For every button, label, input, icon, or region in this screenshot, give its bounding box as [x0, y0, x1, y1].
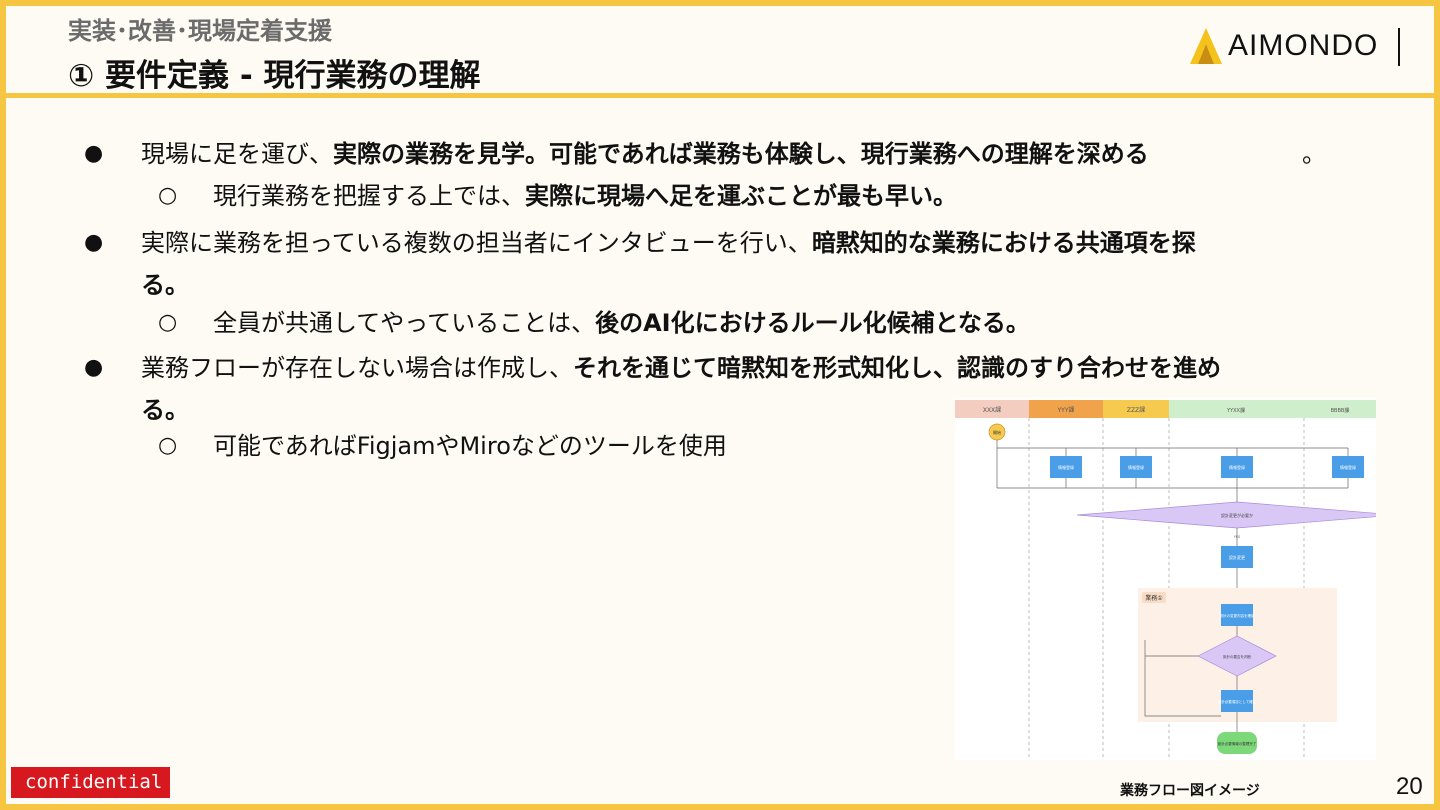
lane-label-1: YYY課 [1057, 406, 1075, 414]
lane-label-0: XXX課 [983, 406, 1001, 414]
slide-header: 実装･改善･現場定着支援 ① 要件定義 - 現行業務の理解 AIMONDO [0, 0, 1440, 98]
bullet-emphasis-text: る。 [141, 271, 189, 299]
diagram-caption: 業務フロー図イメージ [1120, 783, 1260, 799]
bullet-plain-text: 現行業務を把握する上では、 [213, 182, 525, 210]
bullet-text: 業務フローが存在しない場合は作成し、それを通じて暗黙知を形式知化し、認識のすり合… [141, 353, 1221, 383]
bullet-marker: ● [84, 230, 104, 255]
subtask1-label: 設計の変更内容を確認 [1220, 613, 1255, 618]
bullet-plain-text: 全員が共通してやっていることは、 [213, 309, 596, 337]
bullet-marker: ● [84, 355, 104, 380]
yes-label: YES [1234, 535, 1241, 539]
section-subtitle: 実装･改善･現場定着支援 [68, 17, 332, 45]
subtask2-label: 設計必要項目として確定 [1218, 699, 1257, 704]
bullet-text: る。 [141, 270, 189, 300]
bullet-tail-text: 。 [1302, 140, 1326, 168]
bullet-plain-text: 実際に業務を担っている複数の担当者にインタビューを行い、 [141, 229, 812, 257]
decision-label: 設計変更が必要か [1221, 512, 1253, 518]
logo-divider [1398, 28, 1400, 66]
sub-bullet-text: 全員が共通してやっていることは、後のAI化におけるルール化候補となる。 [213, 308, 1030, 338]
sub-bullet-text: 現行業務を把握する上では、実際に現場へ足を運ぶことが最も早い。 [213, 181, 957, 211]
lane-label-3: YYXX課 [1226, 407, 1245, 414]
aimondo-logo: AIMONDO [1188, 26, 1404, 68]
bullet-emphasis-text: 暗黙知的な業務における共通項を探 [811, 229, 1196, 257]
bullet-plain-text: 可能であればFigjamやMiroなどのツールを使用 [213, 432, 727, 460]
bullet-emphasis-text: 後のAI化におけるルール化候補となる。 [595, 309, 1030, 337]
sub-bullet-marker: ○ [158, 183, 178, 208]
aimondo-logo-icon [1190, 28, 1222, 64]
bullet-text: 実際に業務を担っている複数の担当者にインタビューを行い、暗黙知的な業務における共… [141, 228, 1196, 258]
bullet-emphasis-text: 実際の業務を見学。可能であれば業務も体験し、現行業務への理解を深める [333, 140, 1149, 168]
flow-diagram-svg: XXX課 YYY課 ZZZ課 YYXX課 BBBB課 開始 情報登録 情報登録 … [955, 400, 1376, 760]
bullet-emphasis-text: る。 [141, 396, 189, 424]
business-flow-diagram: XXX課 YYY課 ZZZ課 YYXX課 BBBB課 開始 情報登録 情報登録 … [955, 398, 1376, 760]
task-label: 情報登録 [1058, 464, 1074, 470]
bullet-text: る。 [141, 395, 189, 425]
sub-bullet-marker: ○ [158, 310, 178, 335]
bullet-plain-text: 業務フローが存在しない場合は作成し、 [141, 354, 573, 382]
task-label: 情報登録 [1128, 464, 1144, 470]
group-label: 業務① [1145, 594, 1162, 602]
lane-label-4: BBBB課 [1331, 407, 1350, 414]
sub-bullet-text: 可能であればFigjamやMiroなどのツールを使用 [213, 431, 727, 461]
subdecision-label: 設計の要否を判断 [1223, 654, 1251, 659]
sub-bullet-marker: ○ [158, 433, 178, 458]
logo-text: AIMONDO [1228, 29, 1379, 62]
bullet-text: 現場に足を運び、実際の業務を見学。可能であれば業務も体験し、現行業務への理解を深… [141, 139, 1326, 169]
task-label: 情報登録 [1229, 464, 1245, 470]
start-label: 開始 [993, 429, 1001, 435]
lane-label-2: ZZZ課 [1127, 406, 1145, 414]
bullet-emphasis-text: 実際に現場へ足を運ぶことが最も早い。 [525, 182, 957, 210]
task-label: 情報登録 [1340, 464, 1356, 470]
bullet-emphasis-text: それを通じて暗黙知を形式知化し、認識のすり合わせを進め [573, 354, 1221, 382]
change-label: 設計変更 [1229, 554, 1245, 560]
bullet-plain-text: 現場に足を運び、 [141, 140, 333, 168]
end-label: 設計必要情報の整理完了 [1218, 741, 1257, 746]
page-title: ① 要件定義 - 現行業務の理解 [68, 58, 481, 94]
confidential-badge: confidential [11, 767, 170, 798]
bullet-marker: ● [84, 141, 104, 166]
header-divider [0, 93, 1440, 98]
page-number: 20 [1396, 773, 1423, 800]
